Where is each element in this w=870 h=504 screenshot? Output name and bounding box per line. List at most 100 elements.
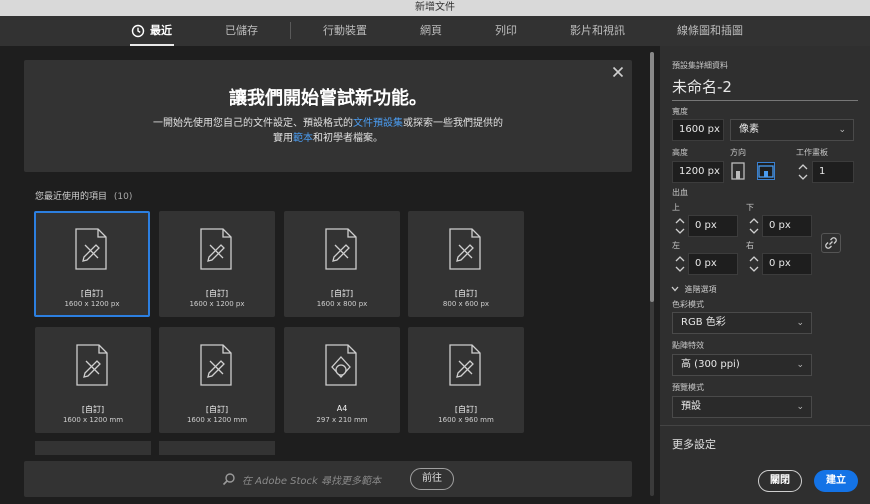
tab-saved[interactable]: 已儲存 xyxy=(225,16,258,46)
recent-item-card[interactable]: [自訂] 800 x 600 px xyxy=(408,211,524,317)
link-icon[interactable] xyxy=(821,233,841,253)
portrait-orientation-icon[interactable] xyxy=(729,162,747,180)
chevron-down-icon: ⌄ xyxy=(796,402,804,412)
bleed-top-input[interactable]: 0 px xyxy=(688,215,738,237)
recent-item-card[interactable]: [自訂] 1600 x 1200 mm xyxy=(159,327,275,433)
color-mode-dropdown[interactable]: RGB 色彩 ⌄ xyxy=(672,312,812,334)
templates-link[interactable]: 範本 xyxy=(293,133,313,144)
stock-search-bar: 在 Adobe Stock 尋找更多範本 前往 xyxy=(24,461,632,497)
close-icon[interactable] xyxy=(612,66,624,82)
bleed-right-label: 右 xyxy=(746,241,754,250)
item-size: 1600 x 800 px xyxy=(316,300,368,308)
raster-effects-value: 高 (300 ppi) xyxy=(681,359,740,370)
bleed-top-stepper[interactable] xyxy=(674,215,686,237)
recent-label: 您最近使用的項目 xyxy=(35,192,108,202)
artboards-label: 工作畫板 xyxy=(796,148,828,157)
recent-item-card[interactable]: [自訂] 1600 x 800 px xyxy=(284,211,400,317)
width-label: 寬度 xyxy=(672,107,688,116)
color-mode-label: 色彩模式 xyxy=(672,300,704,309)
height-label: 高度 xyxy=(672,148,688,157)
recent-count: (10) xyxy=(113,192,133,202)
divider xyxy=(660,425,870,426)
item-name: [自訂] xyxy=(454,405,478,414)
recent-item-card[interactable]: [自訂] 1600 x 1200 px xyxy=(34,211,150,317)
item-size: 1600 x 1200 px xyxy=(64,300,120,308)
item-name: [自訂] xyxy=(205,405,229,414)
search-icon xyxy=(222,473,235,486)
orientation-label: 方向 xyxy=(730,148,746,157)
item-size: 297 x 210 mm xyxy=(316,416,368,424)
banner-text: 和初學者檔案。 xyxy=(313,133,383,144)
document-icon xyxy=(325,228,357,270)
banner-text: 或探索一些我們提供的 xyxy=(403,118,503,129)
tab-print[interactable]: 列印 xyxy=(495,16,517,46)
item-name: [自訂] xyxy=(80,289,104,298)
height-input[interactable]: 1200 px xyxy=(672,161,724,183)
tab-web[interactable]: 網頁 xyxy=(420,16,442,46)
bleed-left-stepper[interactable] xyxy=(674,253,686,275)
item-name: [自訂] xyxy=(205,289,229,298)
bleed-left-label: 左 xyxy=(672,241,680,250)
clock-icon xyxy=(131,24,145,38)
item-size: 1600 x 1200 mm xyxy=(186,416,248,424)
bleed-right-input[interactable]: 0 px xyxy=(762,253,812,275)
artboards-stepper[interactable] xyxy=(797,161,809,183)
tab-art-illustration[interactable]: 線條圖和插圖 xyxy=(677,16,743,46)
tab-recent[interactable]: 最近 xyxy=(150,16,172,46)
item-name: [自訂] xyxy=(330,289,354,298)
recent-item-card[interactable]: [自訂] 1600 x 1200 mm xyxy=(35,327,151,433)
bleed-left-input[interactable]: 0 px xyxy=(688,253,738,275)
document-icon xyxy=(449,344,481,386)
welcome-banner: 讓我們開始嘗試新功能。 一開始先使用您自己的文件設定、預設格式的文件預設集或探索… xyxy=(24,60,632,172)
close-button[interactable]: 關閉 xyxy=(758,470,802,492)
units-value: 像素 xyxy=(739,124,759,135)
stock-search-input[interactable]: 在 Adobe Stock 尋找更多範本 xyxy=(242,472,381,487)
scrollbar-thumb[interactable] xyxy=(650,52,654,302)
banner-text: 一開始先使用您自己的文件設定、預設格式的 xyxy=(153,118,353,129)
document-presets-link[interactable]: 文件預設集 xyxy=(353,118,403,129)
chevron-down-icon: ⌄ xyxy=(796,360,804,370)
width-input[interactable]: 1600 px xyxy=(672,119,724,141)
document-name-input[interactable]: 未命名-2 xyxy=(672,76,732,97)
bleed-label: 出血 xyxy=(672,188,688,197)
tab-mobile[interactable]: 行動裝置 xyxy=(323,16,367,46)
chevron-down-icon: ⌄ xyxy=(796,318,804,328)
document-icon xyxy=(75,228,107,270)
preset-details-heading: 預設集詳細資料 xyxy=(672,61,728,70)
item-name: [自訂] xyxy=(454,289,478,298)
recent-item-card[interactable]: [自訂] 1600 x 960 mm xyxy=(408,327,524,433)
item-name: [自訂] xyxy=(81,405,105,414)
artboards-input[interactable]: 1 xyxy=(812,161,854,183)
item-name: A4 xyxy=(336,404,348,413)
preview-mode-dropdown[interactable]: 預設 ⌄ xyxy=(672,396,812,418)
bleed-top-label: 上 xyxy=(672,203,680,212)
units-dropdown[interactable]: 像素 ⌄ xyxy=(730,119,854,141)
recent-items-heading: 您最近使用的項目 (10) xyxy=(35,189,132,202)
recent-item-card-partial[interactable] xyxy=(159,441,275,455)
bleed-right-stepper[interactable] xyxy=(748,253,760,275)
recent-item-card-partial[interactable] xyxy=(35,441,151,455)
chevron-down-icon xyxy=(671,282,681,295)
category-tabs: 最近 已儲存 行動裝置 網頁 列印 影片和視訊 線條圖和插圖 xyxy=(0,16,870,46)
create-button[interactable]: 建立 xyxy=(814,470,858,492)
raster-effects-dropdown[interactable]: 高 (300 ppi) ⌄ xyxy=(672,354,812,376)
document-icon xyxy=(200,344,232,386)
advanced-options-label: 進階選項 xyxy=(684,285,717,294)
preview-mode-label: 預覽模式 xyxy=(672,383,704,392)
recent-item-card[interactable]: A4 297 x 210 mm xyxy=(284,327,400,433)
document-icon xyxy=(449,228,481,270)
banner-description: 一開始先使用您自己的文件設定、預設格式的文件預設集或探索一些我們提供的 實用範本… xyxy=(124,116,532,146)
bleed-bottom-stepper[interactable] xyxy=(748,215,760,237)
recent-item-card[interactable]: [自訂] 1600 x 1200 px xyxy=(159,211,275,317)
bleed-bottom-input[interactable]: 0 px xyxy=(762,215,812,237)
go-button[interactable]: 前往 xyxy=(410,468,454,490)
document-icon xyxy=(200,228,232,270)
banner-text: 實用 xyxy=(273,133,293,144)
color-mode-value: RGB 色彩 xyxy=(681,317,726,328)
landscape-orientation-icon[interactable] xyxy=(757,162,775,180)
advanced-options-toggle[interactable]: 進階選項 xyxy=(671,282,717,295)
tab-film-video[interactable]: 影片和視訊 xyxy=(570,16,625,46)
document-icon xyxy=(76,344,108,386)
more-settings-button[interactable]: 更多設定 xyxy=(672,436,716,452)
item-size: 1600 x 1200 px xyxy=(189,300,245,308)
